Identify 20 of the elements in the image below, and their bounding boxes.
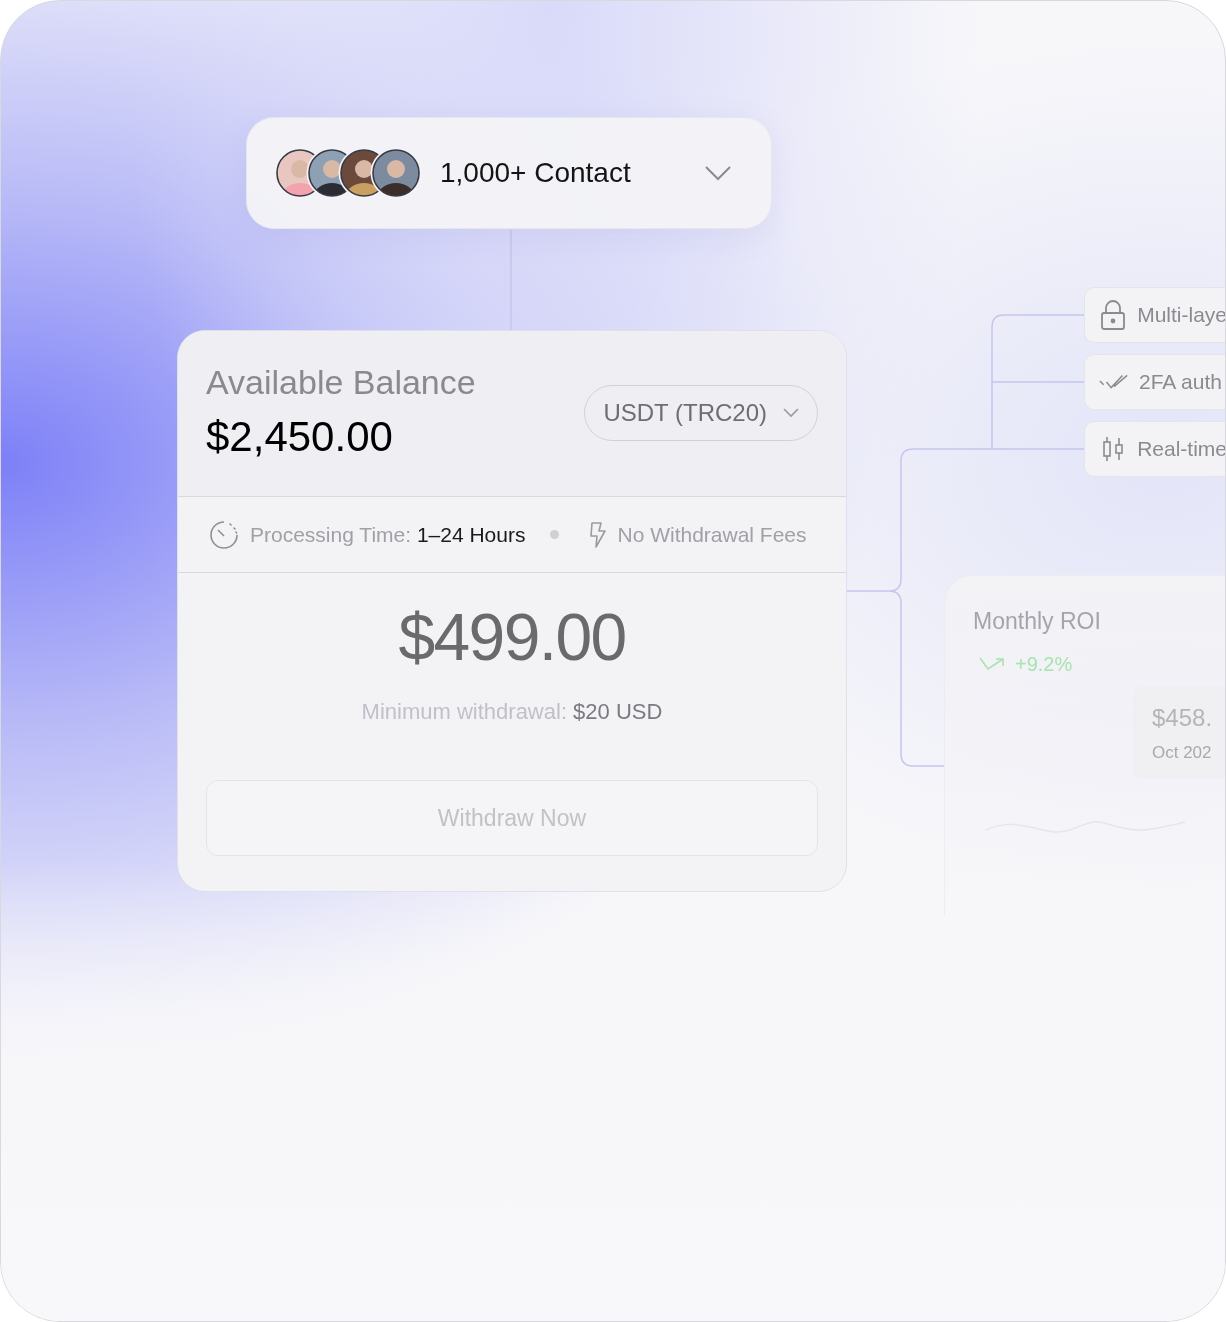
tooltip-date: Oct 202 bbox=[1152, 742, 1213, 764]
feature-label: 2FA auth bbox=[1139, 369, 1222, 396]
contact-count: 1,000+ Contact bbox=[440, 156, 631, 190]
no-fees-note: No Withdrawal Fees bbox=[617, 521, 807, 548]
balance-amount: $2,450.00 bbox=[206, 413, 394, 461]
roi-title: Monthly ROI bbox=[973, 607, 1102, 636]
double-check-icon bbox=[1099, 374, 1129, 390]
chevron-down-icon bbox=[705, 165, 731, 181]
balance-title: Available Balance bbox=[206, 362, 476, 403]
withdraw-amount: $499.00 bbox=[398, 599, 626, 675]
timer-icon bbox=[208, 518, 240, 551]
tooltip-value: $458. bbox=[1152, 703, 1214, 733]
roi-change: +9.2% bbox=[1015, 651, 1073, 677]
lightning-icon bbox=[589, 521, 608, 548]
contact-dropdown[interactable]: 1,000+ Contact bbox=[246, 117, 772, 229]
candlestick-icon bbox=[1102, 436, 1125, 462]
processing-time: Processing Time: 1–24 Hours bbox=[250, 521, 526, 548]
chevron-down-icon bbox=[783, 408, 799, 418]
lock-icon bbox=[1101, 300, 1126, 330]
trend-up-icon bbox=[979, 656, 1005, 671]
